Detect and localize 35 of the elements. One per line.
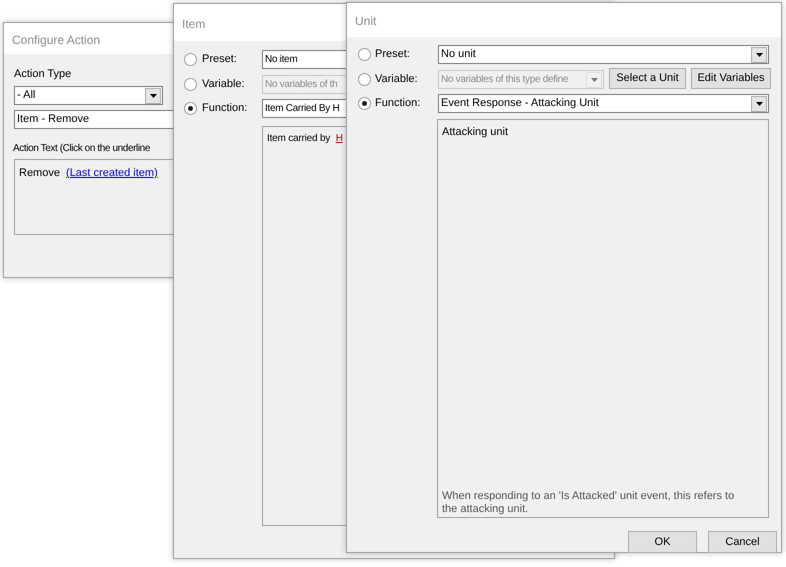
caret-icon (756, 52, 762, 56)
parameter-link[interactable]: H (336, 133, 343, 144)
option-label: Preset: (202, 52, 237, 67)
caret-icon (756, 102, 762, 106)
description-heading: Attacking unit (442, 125, 510, 140)
window-title: Unit (355, 13, 376, 30)
dropdown[interactable]: No unit (438, 45, 769, 64)
description-text: When responding to an 'Is Attacked' unit event, this refers to the attacking unit. (442, 490, 736, 516)
radio-button[interactable] (184, 53, 197, 66)
window-title: Configure Action (12, 32, 100, 48)
button[interactable]: Select a Unit (609, 68, 686, 89)
radio-button[interactable] (358, 97, 371, 110)
text-field[interactable]: No item (262, 50, 347, 69)
option-label: Function: (202, 101, 248, 116)
option-label: Function: (375, 96, 420, 111)
action-text: Remove (Last created item) (19, 167, 158, 179)
caret-icon (150, 94, 156, 98)
radio-button[interactable] (358, 48, 371, 61)
button[interactable]: Edit Variables (691, 68, 771, 89)
button[interactable]: Cancel (708, 531, 777, 553)
text-field[interactable]: Item - Remove (14, 110, 174, 129)
caret-icon (590, 78, 598, 82)
button[interactable]: OK (628, 531, 697, 553)
text-field[interactable]: Item Carried By H (262, 99, 347, 118)
dropdown[interactable]: Event Response - Attacking Unit (438, 94, 769, 113)
option-label: Variable: (202, 77, 245, 92)
window-title: Item (182, 16, 206, 32)
option-label: Variable: (375, 72, 418, 87)
dropdown[interactable]: - All (14, 86, 163, 105)
option-label: Preset: (375, 47, 410, 62)
parameter-link[interactable]: (Last created item) (66, 167, 158, 179)
field-label: Action Type (14, 67, 72, 82)
description-text: Item carried by H (267, 133, 343, 144)
radio-button[interactable] (184, 102, 197, 115)
field-label: Action Text (Click on the underline (13, 142, 150, 156)
